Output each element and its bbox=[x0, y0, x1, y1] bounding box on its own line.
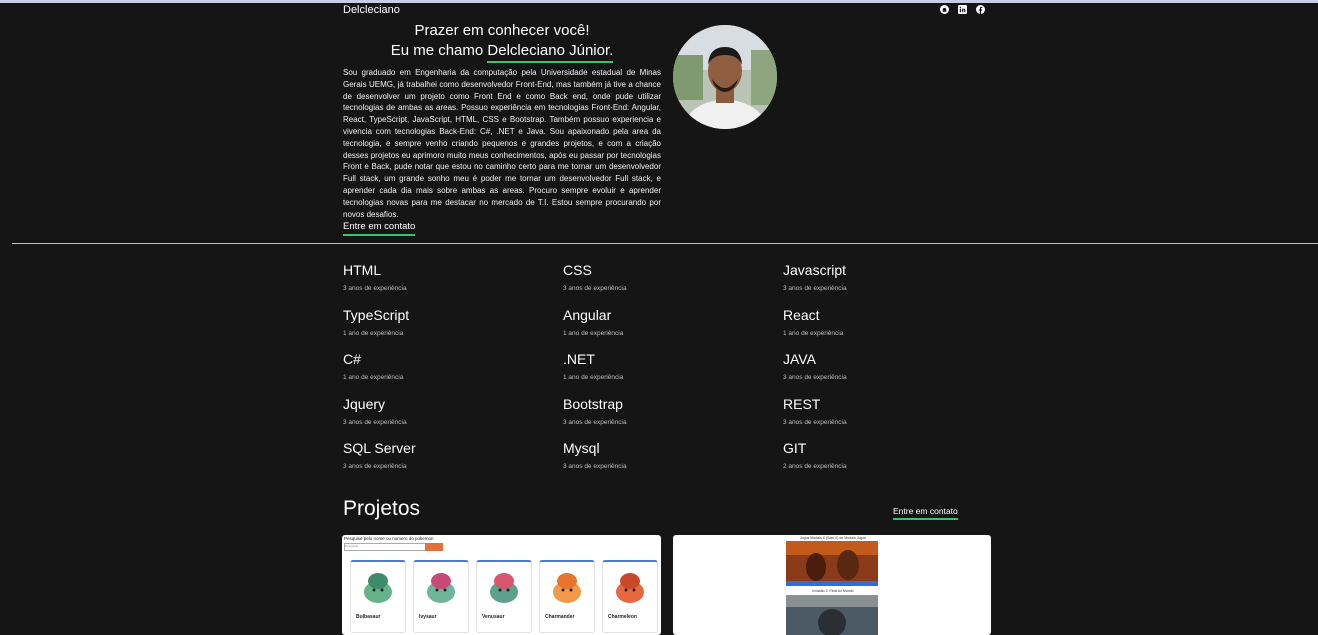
pokemon-card[interactable]: Charmander bbox=[539, 560, 595, 633]
skill-item: REST 3 anos de experiência bbox=[783, 396, 1003, 441]
skill-name: Mysql bbox=[563, 440, 600, 457]
movie-button[interactable] bbox=[786, 581, 878, 586]
profile-avatar bbox=[673, 25, 777, 129]
pokemon-name: Bulbasaur bbox=[356, 614, 381, 620]
intro-prefix: Eu me chamo bbox=[390, 42, 484, 59]
skill-item: GIT 2 anos de experiência bbox=[783, 440, 1003, 485]
skill-item: Angular 1 ano de experiência bbox=[563, 307, 783, 352]
movie-poster bbox=[786, 541, 878, 581]
skill-experience: 3 anos de experiência bbox=[343, 285, 407, 292]
skill-experience: 3 anos de experiência bbox=[783, 418, 847, 426]
skill-item: TypeScript 1 ano de experiência bbox=[343, 307, 563, 352]
skill-name: Angular bbox=[563, 306, 612, 323]
skill-name: GIT bbox=[783, 440, 807, 457]
skill-item: HTML 3 anos de experiência bbox=[343, 262, 563, 307]
pokemon-image bbox=[427, 573, 455, 603]
skill-item: CSS 3 anos de experiência bbox=[563, 262, 783, 307]
brand-name[interactable]: Delcleciano bbox=[343, 4, 400, 16]
skill-item: Javascript 3 anos de experiência bbox=[783, 262, 1003, 307]
skill-experience: 1 ano de experiência bbox=[563, 374, 624, 382]
projects-heading: Projetos bbox=[343, 497, 421, 520]
contact-link-projects[interactable]: Entre em contato bbox=[893, 506, 958, 520]
skill-item: JAVA 3 anos de experiência bbox=[783, 351, 1003, 396]
skill-item: React 1 ano de experiência bbox=[783, 307, 1003, 352]
social-links bbox=[940, 5, 985, 14]
skill-item: Mysql 3 anos de experiência bbox=[563, 440, 783, 485]
skill-experience: 1 ano de experiência bbox=[343, 329, 404, 337]
film-title: Jogos Mortais X (Saw X) de Mortais Jogos bbox=[799, 536, 867, 540]
skill-experience: 2 anos de experiência bbox=[783, 463, 847, 471]
pokemon-card[interactable]: Bulbasaur bbox=[350, 560, 406, 633]
section-divider bbox=[12, 243, 1318, 244]
skill-item: .NET 1 ano de experiência bbox=[563, 351, 783, 396]
pokemon-image bbox=[553, 573, 581, 603]
film-title: Invasão 2: Final do Mundo bbox=[812, 589, 854, 593]
skill-name: Bootstrap bbox=[563, 395, 623, 412]
pokemon-name: Charmander bbox=[545, 614, 575, 620]
pokemon-image bbox=[490, 573, 518, 603]
skill-item: Jquery 3 anos de experiência bbox=[343, 396, 563, 441]
name-underline bbox=[487, 61, 614, 63]
skill-name: .NET bbox=[563, 351, 595, 368]
skill-name: JAVA bbox=[783, 351, 816, 368]
project-card-pokedex[interactable]: Pesquise pelo nome ou numero do pokemon … bbox=[342, 535, 661, 635]
hero-title: Prazer em conhecer você! Eu me chamo Del… bbox=[343, 21, 661, 63]
skill-experience: 3 anos de experiência bbox=[343, 418, 407, 426]
project-card-movies[interactable]: Jogos Mortais X (Saw X) de Mortais Jogos… bbox=[673, 535, 991, 635]
skill-experience: 3 anos de experiência bbox=[783, 285, 847, 292]
skill-name: React bbox=[783, 306, 820, 323]
skill-experience: 3 anos de experiência bbox=[563, 463, 627, 471]
pokemon-card[interactable]: Charmeleon bbox=[602, 560, 658, 633]
skills-grid: HTML 3 anos de experiência CSS 3 anos de ex… bbox=[343, 262, 1003, 485]
top-border bbox=[0, 0, 1318, 3]
skill-experience: 3 anos de experiência bbox=[563, 418, 627, 426]
skill-name: Jquery bbox=[343, 395, 386, 412]
skill-name: CSS bbox=[563, 262, 592, 278]
contact-link-hero[interactable]: Entre em contato bbox=[343, 221, 416, 236]
github-icon[interactable] bbox=[940, 5, 949, 14]
skill-item: Bootstrap 3 anos de experiência bbox=[563, 396, 783, 441]
hero-name-text: Delcleciano Júnior. bbox=[487, 42, 614, 59]
skill-name: HTML bbox=[343, 262, 382, 278]
pokemon-card[interactable]: Venusaur bbox=[476, 560, 532, 633]
skill-item: C# 1 ano de experiência bbox=[343, 351, 563, 396]
skill-experience: 3 anos de experiência bbox=[343, 463, 407, 471]
pokedex-search-label: Pesquise pelo nome ou numero do pokemon bbox=[344, 536, 434, 541]
skill-name: SQL Server bbox=[343, 440, 416, 457]
skill-name: REST bbox=[783, 395, 821, 412]
facebook-icon[interactable] bbox=[976, 5, 985, 14]
pokemon-name: Ivysaur bbox=[419, 614, 437, 620]
pokemon-name: Charmeleon bbox=[608, 614, 637, 620]
pokedex-search-input[interactable]: Pesquisar bbox=[344, 543, 426, 551]
greeting-text: Prazer em conhecer você! bbox=[414, 22, 590, 39]
skill-name: TypeScript bbox=[343, 306, 410, 323]
hero-name: Delcleciano Júnior. bbox=[487, 41, 614, 63]
skill-experience: 3 anos de experiência bbox=[783, 374, 847, 382]
skill-name: C# bbox=[343, 351, 361, 368]
bio-paragraph: Sou graduado em Engenharia da computação… bbox=[343, 68, 661, 219]
pokemon-card[interactable]: Ivysaur bbox=[413, 560, 469, 633]
skill-experience: 1 ano de experiência bbox=[343, 374, 404, 382]
linkedin-icon[interactable] bbox=[958, 5, 967, 14]
skill-experience: 1 ano de experiência bbox=[563, 329, 624, 337]
skill-experience: 3 anos de experiência bbox=[563, 285, 627, 292]
movie-poster bbox=[786, 595, 878, 635]
pokemon-image bbox=[616, 573, 644, 603]
skill-experience: 1 ano de experiência bbox=[783, 329, 844, 337]
intro-line: Eu me chamo Delcleciano Júnior. bbox=[343, 41, 661, 63]
pokemon-image bbox=[364, 573, 392, 603]
pokedex-search-button[interactable] bbox=[425, 543, 443, 551]
skill-item: SQL Server 3 anos de experiência bbox=[343, 440, 563, 485]
skill-name: Javascript bbox=[783, 262, 847, 278]
pokemon-name: Venusaur bbox=[482, 614, 505, 620]
